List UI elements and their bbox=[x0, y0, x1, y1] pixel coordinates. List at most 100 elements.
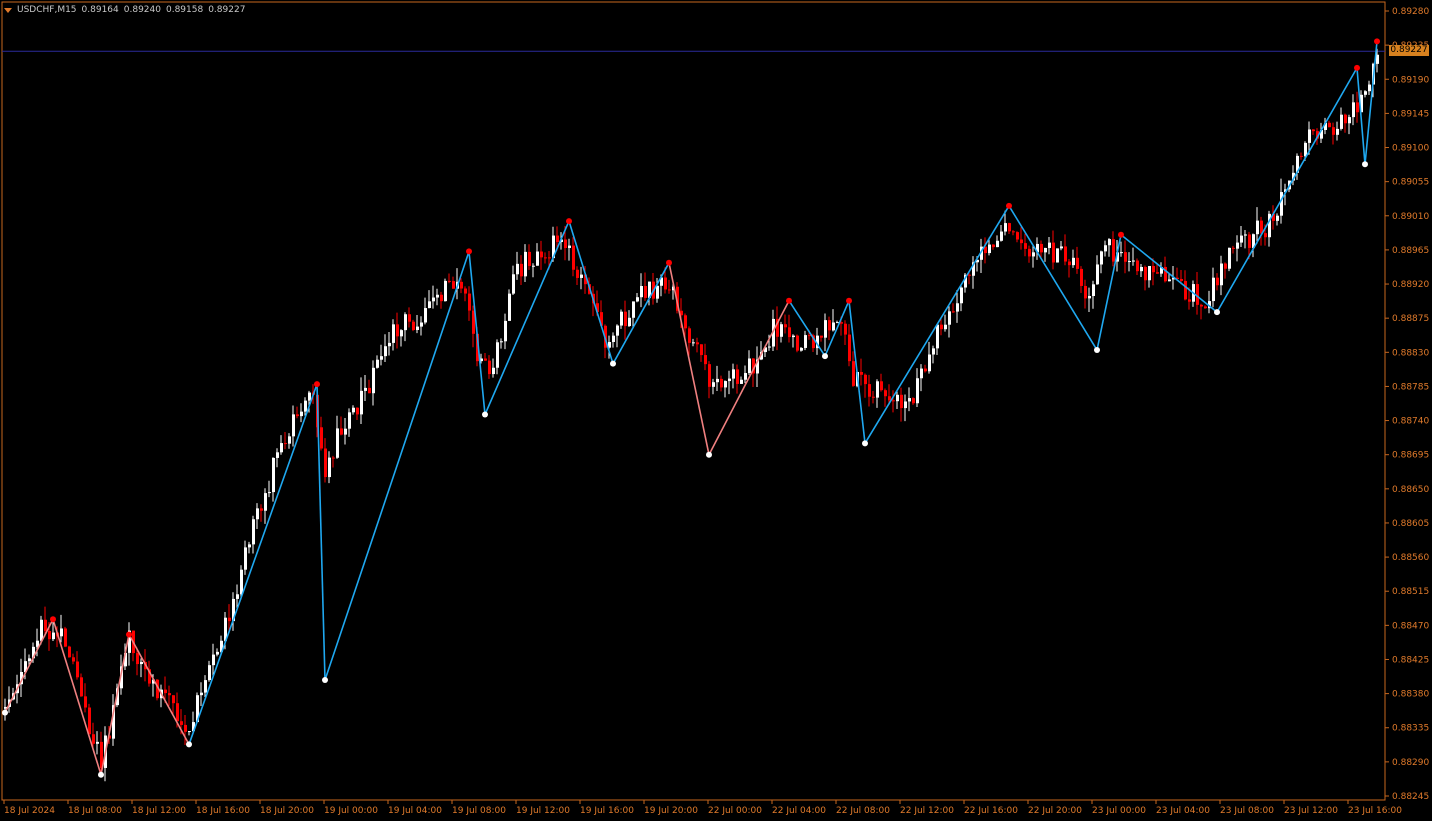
y-tick-label: 0.88515 bbox=[1392, 587, 1429, 597]
y-tick-label: 0.88740 bbox=[1392, 417, 1429, 427]
candle-bear bbox=[340, 428, 343, 435]
pivot-high-marker bbox=[1006, 202, 1012, 209]
y-tick-label: 0.89055 bbox=[1392, 178, 1429, 188]
candle-bull bbox=[336, 428, 339, 458]
candle-bull bbox=[384, 346, 387, 357]
collapse-arrow-icon[interactable] bbox=[4, 7, 12, 13]
candle-bear bbox=[576, 269, 579, 278]
candle-bear bbox=[1024, 243, 1027, 249]
candle-bear bbox=[864, 374, 867, 385]
candle-bear bbox=[860, 371, 863, 375]
candle-bear bbox=[1012, 231, 1015, 233]
candle-bear bbox=[528, 251, 531, 266]
candle-bull bbox=[1280, 192, 1283, 216]
zigzag-segment bbox=[188, 383, 318, 745]
x-tick-label: 18 Jul 08:00 bbox=[68, 806, 122, 816]
candle-bear bbox=[1052, 242, 1055, 263]
x-tick-label: 22 Jul 20:00 bbox=[1028, 806, 1082, 816]
candle-bull bbox=[716, 378, 719, 383]
zigzag-segment bbox=[1120, 234, 1218, 313]
candle-bull bbox=[208, 665, 211, 681]
candle-bull bbox=[876, 381, 879, 398]
pivot-low-marker bbox=[98, 771, 104, 778]
chart-canvas[interactable]: 0.892800.892350.891900.891450.891000.890… bbox=[0, 0, 1432, 821]
candle-bear bbox=[412, 321, 415, 330]
candle-bear bbox=[1124, 252, 1127, 262]
candle-bull bbox=[628, 317, 631, 327]
candle-bull bbox=[1220, 263, 1223, 286]
candle-bull bbox=[1132, 260, 1135, 262]
candle-bear bbox=[952, 311, 955, 313]
candle-bull bbox=[1048, 242, 1051, 248]
candle-bull bbox=[1088, 295, 1091, 299]
candle-bull bbox=[1168, 279, 1171, 282]
candle-bull bbox=[768, 346, 771, 348]
candle-bear bbox=[828, 320, 831, 331]
candle-bull bbox=[732, 369, 735, 379]
candle-bear bbox=[84, 696, 87, 708]
candle-bear bbox=[448, 280, 451, 282]
candle-bear bbox=[572, 245, 575, 270]
current-price-tag: 0.89227 bbox=[1389, 45, 1429, 56]
candle-bear bbox=[900, 394, 903, 409]
candle-bull bbox=[580, 274, 583, 278]
candle-bull bbox=[780, 324, 783, 337]
candle-bull bbox=[800, 347, 803, 351]
pivot-low-marker bbox=[862, 440, 868, 447]
candle-bull bbox=[212, 654, 215, 666]
candle-bear bbox=[1188, 299, 1191, 302]
candle-bull bbox=[52, 632, 55, 640]
candle-bear bbox=[164, 689, 167, 694]
candle-bull bbox=[524, 251, 527, 277]
candle-bull bbox=[956, 303, 959, 312]
x-tick-label: 19 Jul 04:00 bbox=[388, 806, 442, 816]
candle-bull bbox=[944, 324, 947, 330]
candle-bull bbox=[512, 274, 515, 294]
x-tick-label: 22 Jul 00:00 bbox=[708, 806, 762, 816]
candle-bear bbox=[356, 407, 359, 415]
x-tick-label: 19 Jul 20:00 bbox=[644, 806, 698, 816]
candle-bear bbox=[484, 358, 487, 361]
candle-bull bbox=[1000, 231, 1003, 241]
candle-bear bbox=[1136, 260, 1139, 272]
y-tick-label: 0.89010 bbox=[1392, 212, 1429, 222]
y-tick-label: 0.88830 bbox=[1392, 348, 1429, 358]
candle-bear bbox=[1020, 239, 1023, 244]
candle-bull bbox=[532, 265, 535, 267]
candle-bull bbox=[348, 412, 351, 429]
high-value: 0.89240 bbox=[123, 5, 161, 15]
candle-bull bbox=[692, 342, 695, 344]
y-tick-label: 0.88245 bbox=[1392, 792, 1429, 802]
candle-bull bbox=[920, 368, 923, 379]
pivot-low-marker bbox=[186, 741, 192, 748]
candle-bull bbox=[792, 335, 795, 338]
candle-bull bbox=[1348, 117, 1351, 124]
candle-bear bbox=[1068, 261, 1071, 266]
pivot-low-marker bbox=[1362, 161, 1368, 168]
candle-bear bbox=[460, 281, 463, 289]
candle-bull bbox=[932, 348, 935, 355]
candle-bull bbox=[712, 382, 715, 387]
candle-bull bbox=[444, 280, 447, 302]
candle-bear bbox=[408, 314, 411, 322]
candle-bull bbox=[1044, 247, 1047, 253]
candle-bull bbox=[656, 285, 659, 299]
candle-bull bbox=[748, 358, 751, 374]
candle-bull bbox=[376, 359, 379, 368]
chart-header: USDCHF,M15 0.89164 0.89240 0.89158 0.892… bbox=[4, 3, 245, 17]
candle-bull bbox=[640, 286, 643, 298]
candle-bear bbox=[708, 364, 711, 387]
candle-bull bbox=[724, 381, 727, 388]
candle-bull bbox=[1244, 234, 1247, 236]
candle-bear bbox=[696, 342, 699, 345]
candle-bull bbox=[40, 619, 43, 641]
candle-bear bbox=[664, 277, 667, 290]
candle-bear bbox=[1300, 155, 1303, 157]
candle-bull bbox=[636, 297, 639, 302]
price-chart[interactable]: 0.892800.892350.891900.891450.891000.890… bbox=[0, 0, 1432, 821]
candle-bull bbox=[1140, 266, 1143, 272]
candle-bear bbox=[452, 281, 455, 289]
candle-bear bbox=[324, 448, 327, 478]
x-tick-label: 19 Jul 00:00 bbox=[324, 806, 378, 816]
open-value: 0.89164 bbox=[81, 5, 119, 15]
